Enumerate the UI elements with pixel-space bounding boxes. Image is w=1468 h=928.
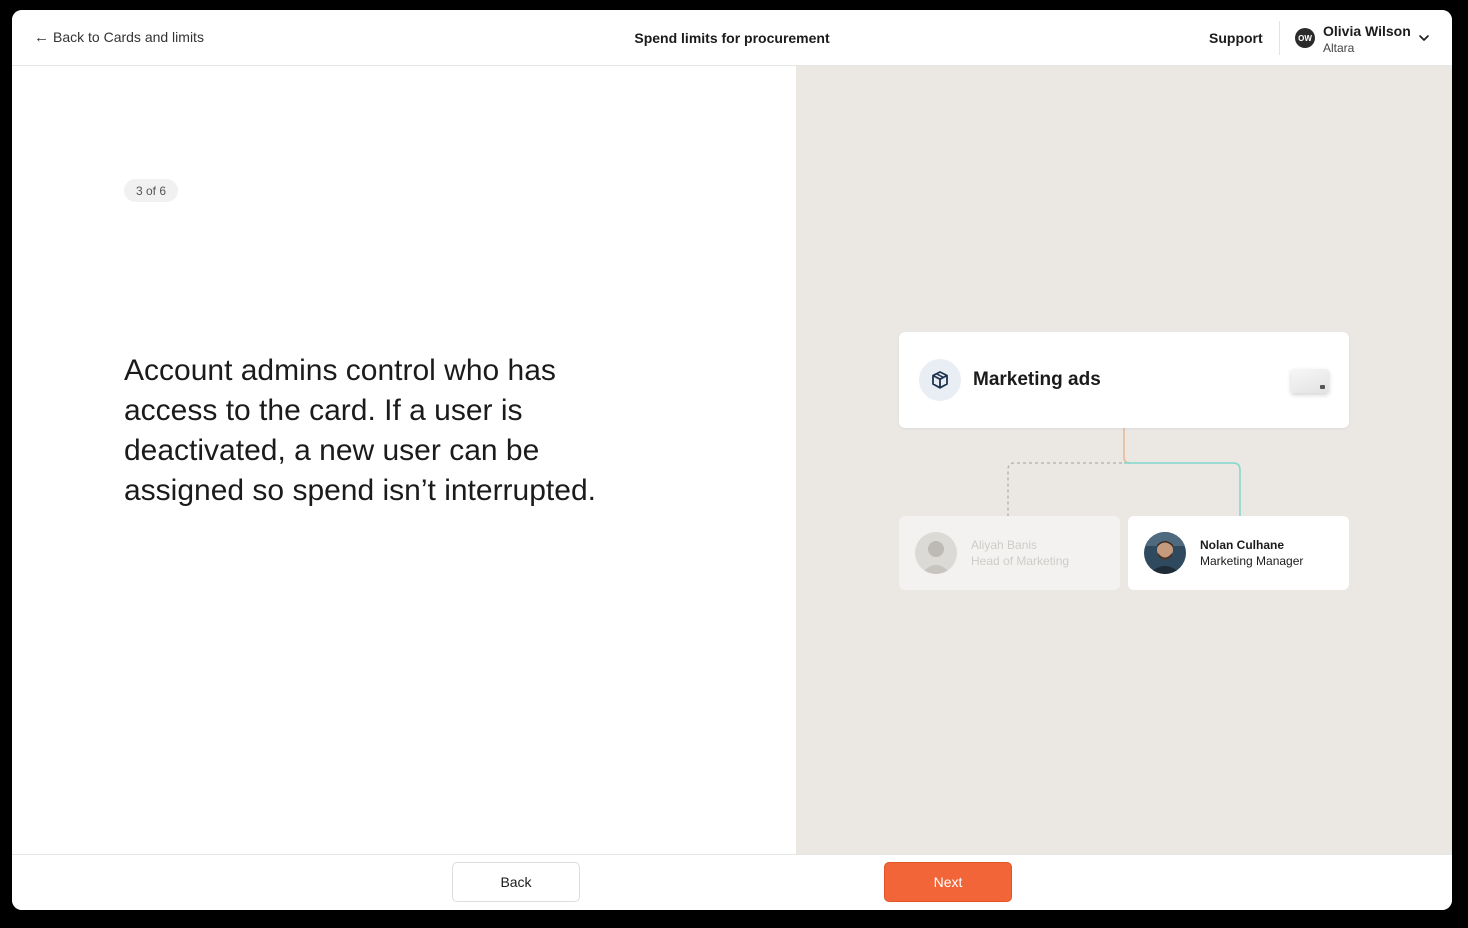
support-link[interactable]: Support [1209, 30, 1263, 46]
footer-bar: Back Next [12, 854, 1452, 910]
connector-lines [1007, 428, 1241, 516]
back-button[interactable]: Back [452, 862, 580, 902]
card-node: Marketing ads [899, 332, 1349, 428]
step-indicator: 3 of 6 [124, 179, 179, 202]
app-window: ← Back to Cards and limits Spend limits … [12, 10, 1452, 910]
previous-user-role: Head of Marketing [971, 554, 1070, 568]
box-icon [919, 359, 961, 401]
next-button[interactable]: Next [884, 862, 1012, 902]
current-user-name: Nolan Culhane [1200, 538, 1285, 552]
user-name: Olivia Wilson [1323, 23, 1411, 39]
previous-user-card: Aliyah Banis Head of Marketing [899, 516, 1120, 590]
current-user-card: Nolan Culhane Marketing Manager [1128, 516, 1349, 590]
user-avatar: OW [1295, 28, 1315, 48]
step-description: Account admins control who has access to… [124, 354, 596, 507]
user-organization: Altara [1323, 41, 1355, 55]
credit-card-icon [1291, 369, 1329, 393]
card-name: Marketing ads [973, 369, 1101, 390]
previous-user-avatar [915, 532, 957, 574]
header-divider [1279, 21, 1280, 55]
current-user-role: Marketing Manager [1200, 554, 1304, 568]
content-pane: 3 of 6 Account admins control who has ac… [12, 66, 796, 854]
chevron-down-icon [1419, 35, 1429, 41]
illustration-pane: Marketing ads Aliyah Banis Head of Marke… [796, 66, 1452, 854]
current-user-avatar [1144, 532, 1186, 574]
previous-user-name: Aliyah Banis [971, 538, 1038, 552]
top-bar: ← Back to Cards and limits Spend limits … [12, 10, 1452, 66]
user-menu[interactable]: OW Olivia Wilson Altara [1295, 21, 1435, 55]
